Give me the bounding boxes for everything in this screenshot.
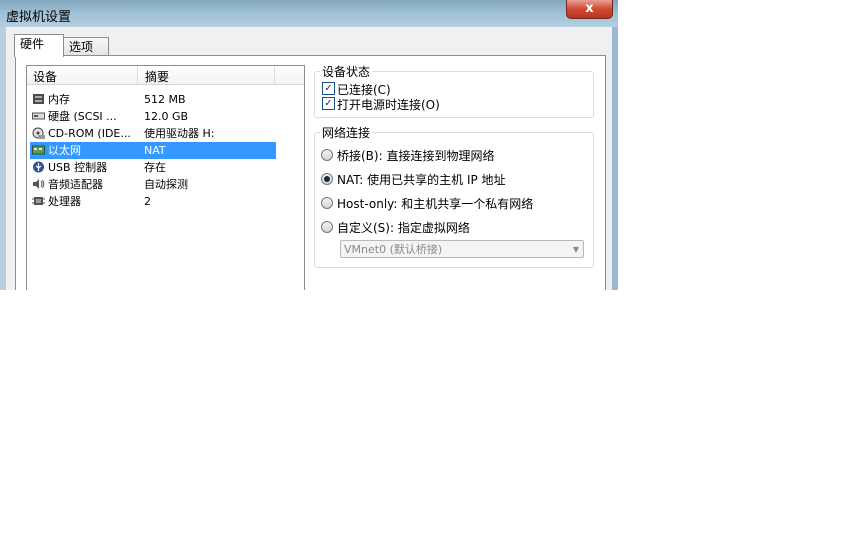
device-row-harddisk[interactable]: 硬盘 (SCSI ... 12.0 GB (30, 108, 276, 125)
column-divider[interactable] (137, 66, 138, 84)
vm-settings-window: 虚拟机设置 x 硬件 选项 设备 摘要 内存 512 MB 硬盘 (SCSI .… (0, 0, 618, 290)
device-name: 硬盘 (SCSI ... (48, 110, 117, 123)
connected-checkbox[interactable]: ✓ (322, 82, 335, 95)
connect-at-power-on-label[interactable]: 打开电源时连接(O) (337, 96, 440, 113)
device-summary: 2 (144, 195, 151, 208)
device-summary: NAT (144, 144, 166, 157)
host-only-label[interactable]: Host-only: 和主机共享一个私有网络 (337, 195, 533, 212)
network-adapter-icon (32, 145, 45, 155)
nat-label[interactable]: NAT: 使用已共享的主机 IP 地址 (337, 171, 506, 188)
bridged-radio[interactable] (321, 149, 333, 161)
device-status-legend: 设备状态 (320, 63, 373, 80)
device-name: 内存 (48, 93, 70, 106)
device-summary: 使用驱动器 H: (144, 127, 215, 140)
chevron-down-icon[interactable]: ▼ (573, 241, 579, 258)
window-title: 虚拟机设置 (6, 10, 72, 25)
harddisk-icon (32, 112, 45, 120)
device-name: 以太网 (48, 144, 81, 157)
memory-icon (33, 94, 44, 104)
device-row-audio[interactable]: 音频适配器 自动探测 (30, 176, 276, 193)
custom-radio[interactable] (321, 221, 333, 233)
device-list-header: 设备 摘要 (27, 66, 304, 85)
device-summary: 自动探测 (144, 178, 188, 191)
column-divider[interactable] (274, 66, 275, 84)
custom-network-value: VMnet0 (默认桥接) (344, 243, 443, 256)
usb-icon (33, 161, 44, 173)
network-connection-legend: 网络连接 (320, 124, 373, 141)
column-header-summary[interactable]: 摘要 (145, 68, 169, 85)
device-row-ethernet[interactable]: 以太网 NAT (30, 142, 276, 159)
title-bar[interactable]: 虚拟机设置 x (0, 0, 618, 27)
device-name: USB 控制器 (48, 161, 108, 174)
device-name: 音频适配器 (48, 178, 103, 191)
device-summary: 512 MB (144, 93, 186, 106)
device-row-processor[interactable]: 处理器 2 (30, 193, 276, 210)
device-name: CD-ROM (IDE... (48, 127, 131, 140)
device-summary: 存在 (144, 161, 166, 174)
device-name: 处理器 (48, 195, 81, 208)
tab-hardware-label: 硬件 (20, 37, 45, 51)
close-button[interactable]: x (566, 0, 613, 19)
custom-network-select[interactable]: VMnet0 (默认桥接) ▼ (340, 240, 584, 258)
processor-icon (32, 197, 45, 205)
custom-label[interactable]: 自定义(S): 指定虚拟网络 (337, 219, 470, 236)
bridged-label[interactable]: 桥接(B): 直接连接到物理网络 (337, 147, 494, 164)
device-row-usb[interactable]: USB 控制器 存在 (30, 159, 276, 176)
device-summary: 12.0 GB (144, 110, 189, 123)
tab-options-label: 选项 (69, 40, 94, 54)
column-header-device[interactable]: 设备 (33, 68, 57, 85)
device-row-memory[interactable]: 内存 512 MB (30, 91, 276, 108)
connect-at-power-on-checkbox[interactable]: ✓ (322, 97, 335, 110)
nat-radio[interactable] (321, 173, 333, 185)
cdrom-icon (32, 127, 45, 139)
host-only-radio[interactable] (321, 197, 333, 209)
speaker-icon (33, 179, 45, 189)
tab-options[interactable]: 选项 (63, 37, 109, 57)
tab-hardware[interactable]: 硬件 (14, 34, 64, 57)
window-frame-right (612, 27, 618, 290)
device-list[interactable]: 设备 摘要 内存 512 MB 硬盘 (SCSI ... 12.0 GB CD-… (26, 65, 305, 290)
device-row-cdrom[interactable]: CD-ROM (IDE... 使用驱动器 H: (30, 125, 276, 142)
